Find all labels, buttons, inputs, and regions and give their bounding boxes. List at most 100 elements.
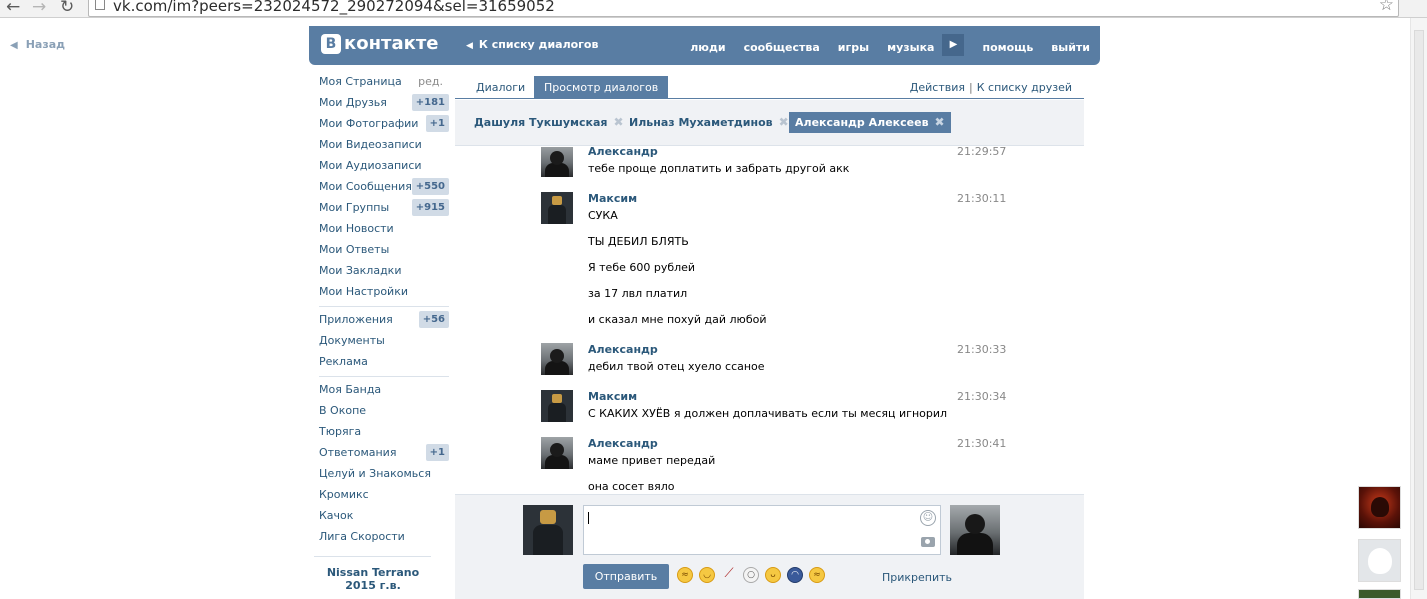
nav-logout[interactable]: выйти bbox=[1051, 41, 1090, 54]
counter-badge: +915 bbox=[411, 199, 449, 216]
peer-avatar[interactable] bbox=[950, 505, 1000, 555]
message-time[interactable]: 21:29:57 bbox=[957, 147, 1006, 158]
tongue-out-emoji-icon[interactable]: ᴗ bbox=[765, 567, 781, 583]
message-time[interactable]: 21:30:34 bbox=[957, 390, 1006, 403]
friend-thumbnail[interactable] bbox=[1358, 589, 1401, 599]
menu-item-groups[interactable]: Мои Группы +915 bbox=[319, 197, 449, 218]
peer-name: Александр Алексеев bbox=[795, 116, 929, 129]
menu-item-bookmarks[interactable]: Мои Закладки bbox=[319, 260, 449, 281]
scrollbar-thumb[interactable] bbox=[1414, 30, 1424, 590]
nav-people[interactable]: люди bbox=[690, 41, 725, 54]
message-text: ТЫ ДЕБИЛ БЛЯТЬ bbox=[588, 235, 689, 248]
ghost-emoji-icon[interactable]: ○ bbox=[743, 567, 759, 583]
ad-title[interactable]: Nissan Terrano 2015 г.в. bbox=[312, 566, 434, 592]
back-link[interactable]: ◀ Назад bbox=[10, 38, 65, 51]
message-text: дебил твой отец хуело ссаное bbox=[588, 360, 765, 373]
send-button[interactable]: Отправить bbox=[583, 564, 669, 589]
avatar[interactable] bbox=[541, 192, 573, 224]
counter-badge: +1 bbox=[425, 444, 449, 461]
message-author[interactable]: Александр bbox=[588, 437, 658, 450]
menu-item-ads[interactable]: Реклама bbox=[319, 351, 449, 372]
edit-link[interactable]: ред. bbox=[418, 71, 443, 92]
peer-tab-active[interactable]: Александр Алексеев ✖ bbox=[789, 112, 951, 133]
nav-communities[interactable]: сообщества bbox=[744, 41, 820, 54]
laughing-tears-emoji-icon[interactable]: ≈ bbox=[809, 567, 825, 583]
peer-tab[interactable]: Ильназ Мухаметдинов ✖ bbox=[623, 112, 795, 133]
message-history[interactable]: Александр 21:29:57 тебе проще доплатить … bbox=[455, 147, 1084, 494]
menu-item-answers[interactable]: Мои Ответы bbox=[319, 239, 449, 260]
avatar[interactable] bbox=[541, 147, 573, 177]
message-text: маме привет передай bbox=[588, 454, 716, 467]
message-author[interactable]: Максим bbox=[588, 192, 637, 205]
menu-item-app-banda[interactable]: Моя Банда bbox=[319, 379, 449, 400]
peer-tab[interactable]: Дашуля Тукшумская ✖ bbox=[468, 112, 630, 133]
message-time[interactable]: 21:30:11 bbox=[957, 192, 1006, 205]
blushing-emoji-icon[interactable]: ◡ bbox=[699, 567, 715, 583]
menu-item-app-kachok[interactable]: Качок bbox=[319, 505, 449, 526]
menu-item-app-kromiks[interactable]: Кромикс bbox=[319, 484, 449, 505]
vk-logo[interactable]: В контакте bbox=[321, 33, 438, 54]
menu-item-apps[interactable]: Приложения +56 bbox=[319, 309, 449, 330]
default-avatar-icon bbox=[1368, 548, 1392, 574]
message-time[interactable]: 21:30:33 bbox=[957, 343, 1006, 356]
tab-dialogs[interactable]: Диалоги bbox=[466, 76, 535, 99]
menu-item-label: Мои Закладки bbox=[319, 264, 402, 277]
emoji-icon[interactable]: ☺ bbox=[920, 510, 936, 526]
browser-reload-icon[interactable]: ↻ bbox=[60, 0, 74, 17]
vk-logo-letter: В bbox=[321, 33, 341, 54]
message-author[interactable]: Александр bbox=[588, 147, 658, 158]
browser-forward-icon[interactable]: → bbox=[32, 0, 46, 17]
nav-games[interactable]: игры bbox=[838, 41, 869, 54]
menu-item-videos[interactable]: Мои Видеозаписи bbox=[319, 134, 449, 155]
menu-item-app-speed-league[interactable]: Лига Скорости bbox=[319, 526, 449, 547]
menu-item-settings[interactable]: Мои Настройки bbox=[319, 281, 449, 302]
menu-item-my-page[interactable]: Моя Страница ред. bbox=[319, 71, 449, 92]
page-scrollbar[interactable] bbox=[1410, 18, 1427, 599]
message-author[interactable]: Александр bbox=[588, 343, 658, 356]
menu-item-label: Тюряга bbox=[319, 425, 362, 438]
close-icon[interactable]: ✖ bbox=[779, 115, 789, 129]
friend-thumbnail[interactable] bbox=[1358, 486, 1401, 529]
message-input[interactable]: ☺ bbox=[583, 505, 941, 555]
menu-item-news[interactable]: Мои Новости bbox=[319, 218, 449, 239]
menu-item-documents[interactable]: Документы bbox=[319, 330, 449, 351]
menu-item-friends[interactable]: Мои Друзья +181 bbox=[319, 92, 449, 113]
tabs-row: Диалоги Просмотр диалогов Действия | К спи… bbox=[455, 65, 1084, 99]
menu-item-app-turyaga[interactable]: Тюряга bbox=[319, 421, 449, 442]
peer-name: Дашуля Тукшумская bbox=[474, 116, 608, 129]
nav-music[interactable]: музыка bbox=[887, 41, 934, 54]
avatar[interactable] bbox=[541, 390, 573, 422]
menu-item-app-otvetomania[interactable]: Ответомания +1 bbox=[319, 442, 449, 463]
menu-item-app-okop[interactable]: В Окопе bbox=[319, 400, 449, 421]
nav-help[interactable]: помощь bbox=[982, 41, 1033, 54]
message-author[interactable]: Максим bbox=[588, 390, 637, 403]
my-avatar[interactable] bbox=[523, 505, 573, 555]
friends-list-link[interactable]: К списку друзей bbox=[977, 81, 1072, 94]
camera-icon[interactable] bbox=[921, 537, 935, 547]
counter-badge: +181 bbox=[411, 94, 449, 111]
menu-item-label: Мои Настройки bbox=[319, 285, 408, 298]
dialog-content: Диалоги Просмотр диалогов Действия | К спи… bbox=[455, 65, 1084, 599]
attach-link[interactable]: Прикрепить bbox=[882, 571, 952, 584]
actions-link[interactable]: Действия bbox=[910, 81, 965, 94]
message-time[interactable]: 21:30:41 bbox=[957, 437, 1006, 450]
tab-view-dialogs[interactable]: Просмотр диалогов bbox=[534, 76, 669, 99]
menu-item-label: Приложения bbox=[319, 313, 393, 326]
avatar[interactable] bbox=[541, 437, 573, 469]
url-text: vk.com/im?peers=232024572_290272094&sel=… bbox=[113, 0, 555, 15]
police-emoji-icon[interactable]: ◠ bbox=[787, 567, 803, 583]
menu-item-photos[interactable]: Мои Фотографии +1 bbox=[319, 113, 449, 134]
address-bar[interactable]: vk.com/im?peers=232024572_290272094&sel=… bbox=[88, 0, 1399, 17]
close-icon[interactable]: ✖ bbox=[935, 115, 945, 129]
browser-back-icon[interactable]: ← bbox=[6, 0, 20, 17]
menu-item-audio[interactable]: Мои Аудиозаписи bbox=[319, 155, 449, 176]
avatar[interactable] bbox=[541, 343, 573, 375]
play-icon[interactable]: ▶ bbox=[942, 34, 965, 56]
friend-thumbnail[interactable] bbox=[1358, 539, 1401, 582]
back-to-dialogs-link[interactable]: ◀ К списку диалогов bbox=[466, 38, 598, 51]
menu-item-messages[interactable]: Мои Сообщения +550 bbox=[319, 176, 449, 197]
laughing-tears-emoji-icon[interactable]: ≈ bbox=[677, 567, 693, 583]
syringe-emoji-icon[interactable]: ⟋ bbox=[721, 567, 737, 583]
menu-item-app-kiss[interactable]: Целуй и Знакомься bbox=[319, 463, 449, 484]
bookmark-star-icon[interactable]: ☆ bbox=[1379, 0, 1394, 15]
